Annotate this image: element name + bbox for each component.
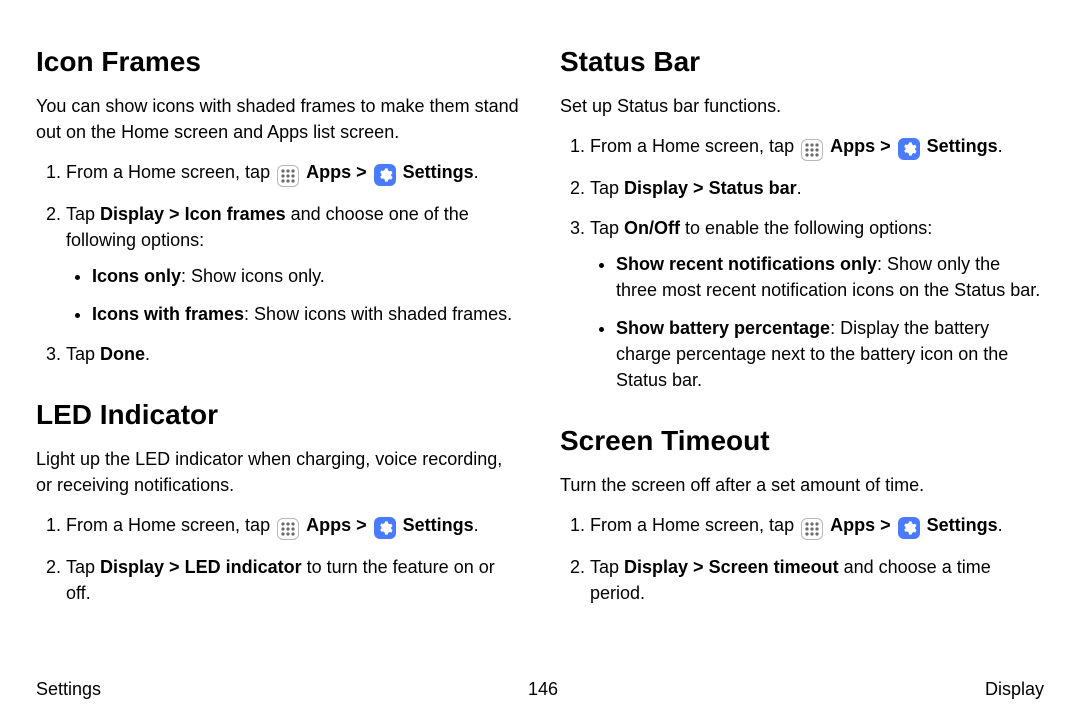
list-item: Show recent notifications only: Show onl… bbox=[616, 251, 1044, 303]
apps-icon bbox=[277, 165, 299, 187]
icon-frames-heading: Icon Frames bbox=[36, 42, 520, 83]
status-bar-heading: Status Bar bbox=[560, 42, 1044, 83]
footer-right: Display bbox=[985, 676, 1044, 702]
step-item: From a Home screen, tap Apps > Settings. bbox=[66, 512, 520, 540]
breadcrumb-separator: > bbox=[880, 136, 896, 156]
step-text: Tap bbox=[590, 178, 624, 198]
option-bold: Show battery percentage bbox=[616, 318, 830, 338]
step-bold: Done bbox=[100, 344, 145, 364]
option-bold: Icons only bbox=[92, 266, 181, 286]
option-bold: Show recent notifications only bbox=[616, 254, 877, 274]
step-bold: Display > Status bar bbox=[624, 178, 797, 198]
punct: . bbox=[998, 136, 1003, 156]
page-footer: Settings 146 Display bbox=[36, 676, 1044, 702]
footer-left: Settings bbox=[36, 676, 101, 702]
step-item: Tap Display > Status bar. bbox=[590, 175, 1044, 201]
step-bold: Display > Icon frames bbox=[100, 204, 286, 224]
step-text: to enable the following options: bbox=[680, 218, 932, 238]
step-text: From a Home screen, tap bbox=[590, 515, 799, 535]
step-text: . bbox=[145, 344, 150, 364]
step-text: Tap bbox=[590, 218, 624, 238]
option-rest: : Show icons with shaded frames. bbox=[244, 304, 512, 324]
step-text: Tap bbox=[590, 557, 624, 577]
punct: . bbox=[474, 162, 479, 182]
settings-label: Settings bbox=[403, 162, 474, 182]
step-item: From a Home screen, tap Apps > Settings. bbox=[590, 512, 1044, 540]
two-column-layout: Icon Frames You can show icons with shad… bbox=[36, 36, 1044, 620]
led-indicator-steps: From a Home screen, tap Apps > Settings.… bbox=[36, 512, 520, 606]
step-text: Tap bbox=[66, 344, 100, 364]
breadcrumb-separator: > bbox=[356, 162, 372, 182]
list-item: Icons with frames: Show icons with shade… bbox=[92, 301, 520, 327]
apps-label: Apps bbox=[306, 162, 351, 182]
option-bold: Icons with frames bbox=[92, 304, 244, 324]
step-text: From a Home screen, tap bbox=[590, 136, 799, 156]
left-column: Icon Frames You can show icons with shad… bbox=[36, 36, 520, 620]
gear-icon bbox=[898, 517, 920, 539]
step-text: Tap bbox=[66, 557, 100, 577]
step-bold: Display > Screen timeout bbox=[624, 557, 839, 577]
step-item: Tap On/Off to enable the following optio… bbox=[590, 215, 1044, 394]
icon-frames-options: Icons only: Show icons only. Icons with … bbox=[66, 263, 520, 327]
step-item: From a Home screen, tap Apps > Settings. bbox=[590, 133, 1044, 161]
step-bold: Display > LED indicator bbox=[100, 557, 302, 577]
icon-frames-steps: From a Home screen, tap Apps > Settings.… bbox=[36, 159, 520, 367]
screen-timeout-steps: From a Home screen, tap Apps > Settings.… bbox=[560, 512, 1044, 606]
apps-label: Apps bbox=[830, 136, 875, 156]
icon-frames-intro: You can show icons with shaded frames to… bbox=[36, 93, 520, 145]
step-item: Tap Display > Screen timeout and choose … bbox=[590, 554, 1044, 606]
list-item: Icons only: Show icons only. bbox=[92, 263, 520, 289]
apps-label: Apps bbox=[306, 515, 351, 535]
gear-icon bbox=[374, 164, 396, 186]
apps-icon bbox=[801, 139, 823, 161]
step-bold: On/Off bbox=[624, 218, 680, 238]
step-text: . bbox=[797, 178, 802, 198]
right-column: Status Bar Set up Status bar functions. … bbox=[560, 36, 1044, 620]
breadcrumb-separator: > bbox=[356, 515, 372, 535]
step-item: Tap Display > Icon frames and choose one… bbox=[66, 201, 520, 327]
step-item: Tap Done. bbox=[66, 341, 520, 367]
step-item: From a Home screen, tap Apps > Settings. bbox=[66, 159, 520, 187]
apps-icon bbox=[801, 518, 823, 540]
step-text: From a Home screen, tap bbox=[66, 515, 275, 535]
step-text: Tap bbox=[66, 204, 100, 224]
punct: . bbox=[998, 515, 1003, 535]
step-text: From a Home screen, tap bbox=[66, 162, 275, 182]
gear-icon bbox=[898, 138, 920, 160]
status-bar-options: Show recent notifications only: Show onl… bbox=[590, 251, 1044, 393]
breadcrumb-separator: > bbox=[880, 515, 896, 535]
screen-timeout-intro: Turn the screen off after a set amount o… bbox=[560, 472, 1044, 498]
led-indicator-intro: Light up the LED indicator when charging… bbox=[36, 446, 520, 498]
apps-label: Apps bbox=[830, 515, 875, 535]
option-rest: : Show icons only. bbox=[181, 266, 325, 286]
settings-label: Settings bbox=[927, 515, 998, 535]
punct: . bbox=[474, 515, 479, 535]
settings-label: Settings bbox=[927, 136, 998, 156]
led-indicator-heading: LED Indicator bbox=[36, 395, 520, 436]
screen-timeout-heading: Screen Timeout bbox=[560, 421, 1044, 462]
step-item: Tap Display > LED indicator to turn the … bbox=[66, 554, 520, 606]
gear-icon bbox=[374, 517, 396, 539]
footer-page-number: 146 bbox=[528, 676, 558, 702]
list-item: Show battery percentage: Display the bat… bbox=[616, 315, 1044, 393]
settings-label: Settings bbox=[403, 515, 474, 535]
apps-icon bbox=[277, 518, 299, 540]
status-bar-steps: From a Home screen, tap Apps > Settings.… bbox=[560, 133, 1044, 394]
status-bar-intro: Set up Status bar functions. bbox=[560, 93, 1044, 119]
